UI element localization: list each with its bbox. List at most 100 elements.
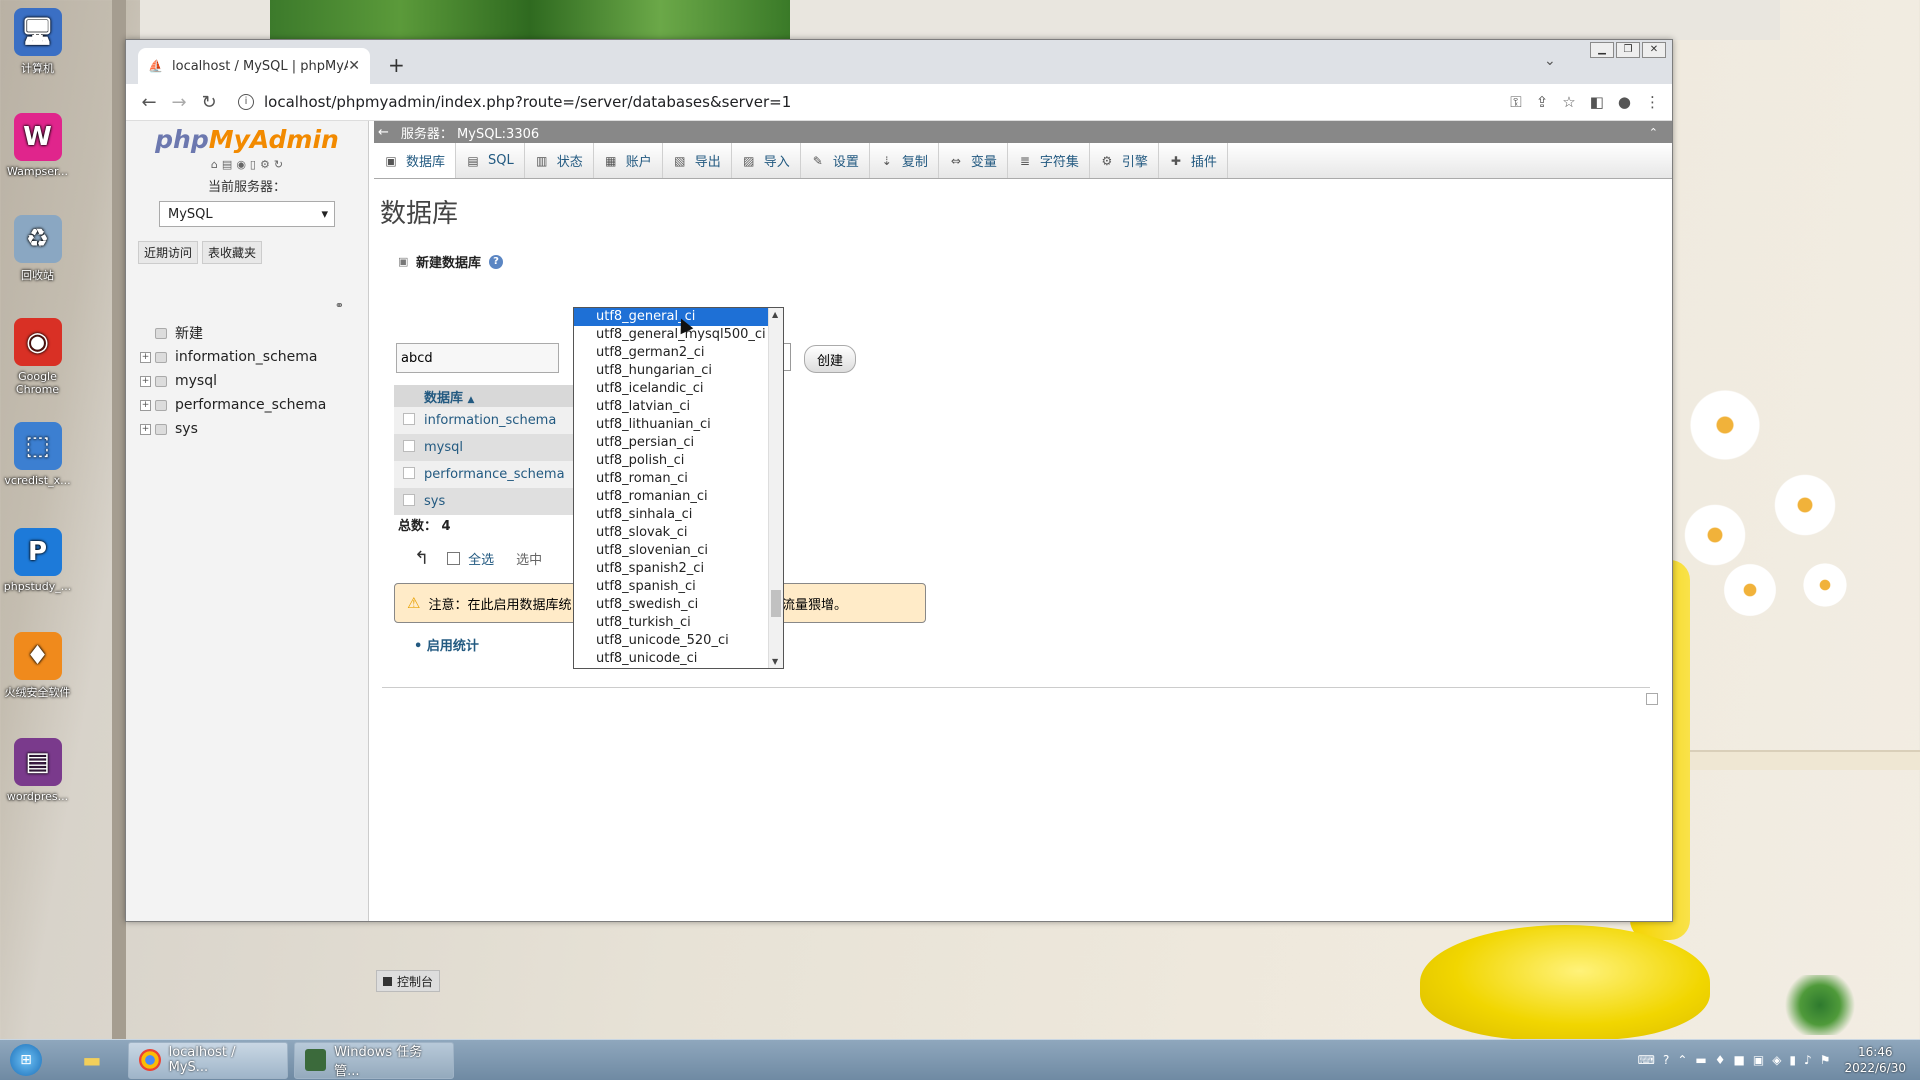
collation-option[interactable]: utf8_icelandic_ci: [574, 380, 769, 398]
keyboard-icon[interactable]: ⌨: [1638, 1053, 1655, 1067]
tab-import[interactable]: ▨ 导入: [732, 143, 801, 178]
query-window-icon[interactable]: ◉: [236, 158, 246, 171]
tray-expand-icon[interactable]: ⌃: [1677, 1053, 1687, 1067]
security-tray-icon[interactable]: ◈: [1772, 1053, 1781, 1067]
help-icon[interactable]: ?: [489, 254, 504, 269]
logout-icon[interactable]: ▤: [222, 158, 232, 171]
folder-tray-icon[interactable]: ▬: [1695, 1053, 1706, 1067]
collation-option[interactable]: utf8_romanian_ci: [574, 488, 769, 506]
collation-option[interactable]: utf8_spanish_ci: [574, 578, 769, 596]
key-icon[interactable]: ⚿: [1510, 93, 1521, 111]
start-button[interactable]: ⊞: [0, 1040, 52, 1080]
forward-arrow-icon[interactable]: →: [164, 92, 194, 113]
phpmyadmin-logo[interactable]: phpMyAdmin: [126, 125, 368, 154]
expand-plus-icon[interactable]: +: [140, 423, 151, 435]
tree-item[interactable]: 新建: [140, 321, 326, 345]
share-icon[interactable]: ⇪: [1536, 93, 1549, 111]
minimize-button[interactable]: ▁: [1590, 42, 1614, 58]
bookmark-star-icon[interactable]: ☆: [1562, 93, 1575, 111]
scroll-down-arrow-icon[interactable]: ▼: [772, 657, 778, 666]
menu-dots-icon[interactable]: ⋮: [1645, 93, 1660, 111]
desktop-icon[interactable]: W Wampser...: [0, 113, 75, 178]
collation-option[interactable]: utf8_latvian_ci: [574, 398, 769, 416]
database-name-link[interactable]: mysql: [424, 434, 574, 461]
tab-close-icon[interactable]: ✕: [348, 58, 360, 74]
collation-option[interactable]: utf8_spanish2_ci: [574, 560, 769, 578]
database-name-link[interactable]: information_schema: [424, 407, 574, 434]
desktop-icon[interactable]: 🖥 计算机: [0, 8, 75, 76]
select-all-checkbox[interactable]: [447, 552, 461, 565]
collation-option[interactable]: utf8_roman_ci: [574, 470, 769, 488]
sort-by-database-header[interactable]: 数据库 ▲: [424, 385, 574, 407]
tree-item-label[interactable]: mysql: [175, 373, 217, 389]
help-tray-icon[interactable]: ?: [1663, 1053, 1669, 1067]
expand-plus-icon[interactable]: +: [140, 375, 151, 387]
dropdown-scrollbar[interactable]: ▲ ▼: [768, 308, 783, 668]
tree-item-label[interactable]: 新建: [175, 323, 203, 343]
docs-icon[interactable]: ▯: [250, 158, 256, 171]
tab-charset[interactable]: ≣ 字符集: [1008, 143, 1090, 178]
browser-tab[interactable]: ⛵ localhost / MySQL | phpMyAd ✕: [138, 48, 370, 84]
tree-item-label[interactable]: information_schema: [175, 349, 318, 365]
expand-plus-icon[interactable]: +: [140, 351, 151, 363]
restore-button[interactable]: ❐: [1616, 42, 1640, 58]
desktop-icon[interactable]: ♦ 火绒安全软件: [0, 632, 75, 700]
collation-option[interactable]: utf8_persian_ci: [574, 434, 769, 452]
reload-navigation-icon[interactable]: ↻: [274, 158, 283, 171]
shield-icon[interactable]: ♦: [1715, 1053, 1726, 1067]
notification-icon[interactable]: ⚑: [1820, 1053, 1831, 1067]
collation-option[interactable]: utf8_polish_ci: [574, 452, 769, 470]
page-settings-icon[interactable]: [1646, 693, 1658, 705]
tree-item[interactable]: + information_schema: [140, 345, 326, 369]
network-icon[interactable]: ▣: [1753, 1053, 1764, 1067]
scroll-thumb[interactable]: [771, 590, 781, 617]
collapse-top-icon[interactable]: ⌃: [1649, 126, 1658, 139]
row-checkbox[interactable]: [403, 439, 415, 452]
volume-icon[interactable]: ♪: [1804, 1053, 1812, 1067]
database-name-input[interactable]: [396, 343, 559, 373]
home-icon[interactable]: ⌂: [211, 158, 218, 171]
create-button[interactable]: 创建: [804, 345, 856, 373]
database-name-link[interactable]: sys: [424, 488, 574, 515]
new-tab-button[interactable]: +: [388, 53, 405, 77]
tab-engine[interactable]: ⚙ 引擎: [1090, 143, 1159, 178]
collation-option[interactable]: utf8_general_mysql500_ci: [574, 326, 769, 344]
select-all-label[interactable]: 全选: [468, 549, 494, 568]
favorites-tab[interactable]: 表收藏夹: [202, 241, 263, 264]
console-toggle[interactable]: 控制台: [376, 970, 440, 992]
tab-plugin[interactable]: ✚ 插件: [1159, 143, 1228, 178]
profile-avatar-icon[interactable]: ●: [1618, 93, 1631, 111]
enable-statistics-link[interactable]: • 启用统计: [414, 635, 479, 654]
desktop-icon[interactable]: ♻ 回收站: [0, 215, 75, 283]
collation-option[interactable]: utf8_sinhala_ci: [574, 506, 769, 524]
taskbar-taskmgr-button[interactable]: Windows 任务管...: [294, 1041, 454, 1079]
side-panel-icon[interactable]: ◧: [1590, 93, 1604, 111]
tab-variables[interactable]: ⇔ 变量: [939, 143, 1008, 178]
tab-replication[interactable]: ⇣ 复制: [870, 143, 939, 178]
tab-export[interactable]: ▧ 导出: [663, 143, 732, 178]
scroll-up-arrow-icon[interactable]: ▲: [772, 310, 778, 319]
desktop-icon[interactable]: ◉ Google Chrome: [0, 318, 75, 396]
tree-item-label[interactable]: sys: [175, 421, 198, 437]
collation-dropdown-list[interactable]: utf8_general_ci utf8_general_mysql500_ci u…: [573, 307, 784, 669]
collation-option[interactable]: utf8_unicode_520_ci: [574, 632, 769, 650]
server-select[interactable]: MySQL ▾: [159, 201, 335, 227]
collation-option[interactable]: utf8_german2_ci: [574, 344, 769, 362]
tab-database[interactable]: ▣ 数据库: [374, 143, 457, 178]
taskbar-chrome-button[interactable]: localhost / MyS...: [128, 1041, 288, 1079]
close-button[interactable]: ✕: [1642, 42, 1666, 58]
expand-plus-icon[interactable]: +: [140, 399, 151, 411]
tab-status[interactable]: ▥ 状态: [525, 143, 594, 178]
clock[interactable]: 16:46 2022/6/30: [1844, 1044, 1906, 1076]
tab-accounts[interactable]: ▦ 账户: [594, 143, 663, 178]
desktop-icon[interactable]: ▤ wordpres...: [0, 738, 75, 803]
collation-option[interactable]: utf8_swedish_ci: [574, 596, 769, 614]
tab-settings[interactable]: ✎ 设置: [801, 143, 870, 178]
tab-search-chevron-icon[interactable]: ⌄: [1544, 53, 1556, 69]
database-name-link[interactable]: performance_schema: [424, 461, 574, 488]
tree-item[interactable]: + mysql: [140, 369, 326, 393]
collation-option[interactable]: utf8_general_ci: [574, 308, 769, 326]
tree-item[interactable]: + performance_schema: [140, 393, 326, 417]
recent-tab[interactable]: 近期访问: [138, 241, 199, 264]
reload-icon[interactable]: ↻: [194, 92, 224, 113]
